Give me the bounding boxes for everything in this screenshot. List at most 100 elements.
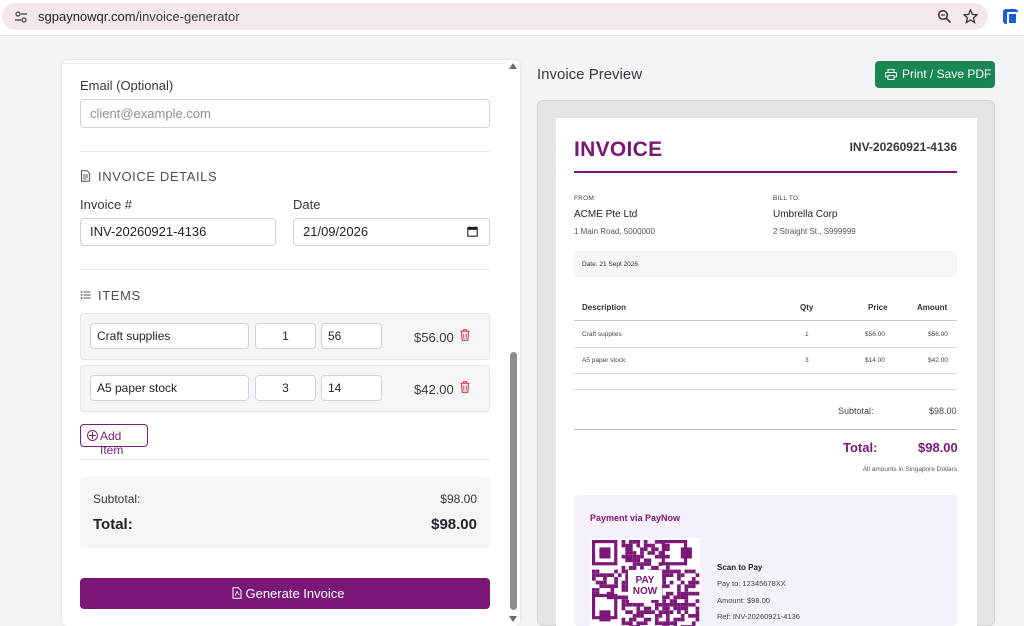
- qr-module: [662, 595, 666, 600]
- qr-module: [595, 569, 600, 574]
- qr-module: [673, 569, 678, 574]
- qr-module: [643, 562, 648, 566]
- qr-module: [669, 591, 674, 596]
- qr-module: [599, 580, 604, 585]
- qr-module: [640, 554, 644, 559]
- qr-module: [662, 599, 666, 603]
- qr-module: [680, 573, 685, 577]
- qr-module: [673, 617, 678, 622]
- qr-module: [688, 614, 692, 618]
- qr-module: [621, 599, 626, 603]
- qr-module: [666, 569, 670, 574]
- table-row-rule: [574, 373, 957, 374]
- qr-module: [643, 540, 648, 544]
- item-description-input[interactable]: Craft supplies: [90, 323, 249, 349]
- qr-module: [673, 606, 678, 611]
- qr-module: [662, 569, 666, 574]
- qr-module: [610, 588, 615, 592]
- item-description-input[interactable]: A5 paper stock: [90, 375, 249, 401]
- qr-module: [669, 569, 674, 574]
- qr-module: [662, 584, 666, 589]
- item-qty-input[interactable]: 1: [255, 323, 316, 349]
- preview-subtotal-label: Subtotal:: [838, 406, 874, 416]
- qr-module: [669, 602, 674, 607]
- qr-module: [629, 565, 633, 570]
- qr-module: [677, 602, 681, 607]
- address-bar[interactable]: sgpaynowqr.com/invoice-generator: [2, 3, 988, 30]
- date-field[interactable]: 21/09/2026: [293, 218, 490, 246]
- currency-note: All amounts in Singapore Dollars: [862, 466, 957, 473]
- qr-module: [658, 621, 663, 626]
- qr-module: [614, 577, 618, 581]
- print-save-pdf-button[interactable]: Print / Save PDF: [875, 61, 995, 88]
- qr-module: [647, 551, 652, 555]
- qr-module: [688, 591, 692, 596]
- qr-module: [669, 573, 674, 577]
- invoice-number-label: Invoice #: [80, 197, 133, 212]
- qr-module: [677, 573, 681, 577]
- qr-module: [632, 617, 637, 622]
- table-cell-amount: $42.00: [928, 357, 948, 364]
- url-text[interactable]: sgpaynowqr.com/invoice-generator: [38, 9, 240, 24]
- generate-invoice-label: Generate Invoice: [245, 586, 345, 601]
- qr-module: [636, 554, 641, 559]
- extension-icon[interactable]: [1003, 9, 1018, 25]
- invoice-number-field[interactable]: INV-20260921-4136: [80, 218, 276, 246]
- qr-module: [636, 614, 641, 618]
- qr-module: [691, 591, 696, 596]
- trash-icon[interactable]: [460, 329, 470, 341]
- calendar-icon[interactable]: [467, 226, 478, 237]
- qr-module: [695, 614, 700, 618]
- site-settings-icon[interactable]: [14, 10, 28, 24]
- generate-invoice-button[interactable]: Generate Invoice: [80, 578, 490, 609]
- qr-module: [695, 591, 700, 596]
- date-label: Date: [293, 197, 321, 212]
- printer-icon: [885, 69, 897, 80]
- item-price-input[interactable]: 14: [321, 375, 382, 401]
- qr-module: [662, 580, 666, 585]
- item-price-input[interactable]: 56: [321, 323, 382, 349]
- qr-module: [636, 562, 641, 566]
- scrollbar-thumb[interactable]: [510, 352, 517, 610]
- qr-module: [592, 569, 596, 574]
- qr-module: [688, 569, 692, 574]
- from-label: FROM:: [574, 195, 596, 202]
- qr-module: [629, 543, 633, 548]
- qr-module: [695, 610, 700, 614]
- table-cell-amount: $56.00: [928, 331, 948, 338]
- qr-module: [688, 580, 692, 585]
- form-top-shadow: [62, 60, 506, 64]
- qr-module: [625, 543, 629, 548]
- item-qty-input[interactable]: 3: [255, 375, 316, 401]
- table-cell-description: Craft supplies: [582, 331, 622, 338]
- qr-module: [662, 577, 666, 581]
- scroll-up-arrow-icon[interactable]: [509, 63, 517, 69]
- qr-module: [595, 580, 600, 585]
- trash-icon[interactable]: [460, 381, 470, 393]
- qr-module: [632, 558, 637, 563]
- zoom-icon[interactable]: [937, 9, 952, 24]
- qr-module: [632, 551, 637, 555]
- qr-module: [662, 573, 666, 577]
- item-amount: $56.00: [414, 330, 454, 345]
- qr-module: [684, 569, 689, 574]
- pay-ref-line: Ref: INV-20260921-4136: [717, 612, 800, 621]
- invoice-title-rule: [574, 171, 957, 173]
- qr-module: [680, 614, 685, 618]
- qr-module: [632, 554, 637, 559]
- paynow-title: Payment via PayNow: [590, 513, 681, 523]
- date-value: 21/09/2026: [303, 224, 369, 239]
- invoice-date-line: Date: 21 Sept 2026: [574, 251, 957, 277]
- file-pdf-icon: [232, 587, 242, 599]
- email-field[interactable]: client@example.com: [80, 99, 490, 128]
- qr-module: [595, 573, 600, 577]
- qr-module: [666, 554, 670, 559]
- total-label: Total:: [93, 516, 133, 533]
- qr-module: [621, 580, 626, 585]
- add-item-button[interactable]: Add Item: [80, 424, 148, 457]
- qr-module: [625, 551, 629, 555]
- scroll-down-arrow-icon[interactable]: [509, 616, 517, 622]
- bookmark-star-icon[interactable]: [963, 9, 978, 24]
- qr-module: [651, 610, 655, 614]
- qr-module: [629, 540, 633, 544]
